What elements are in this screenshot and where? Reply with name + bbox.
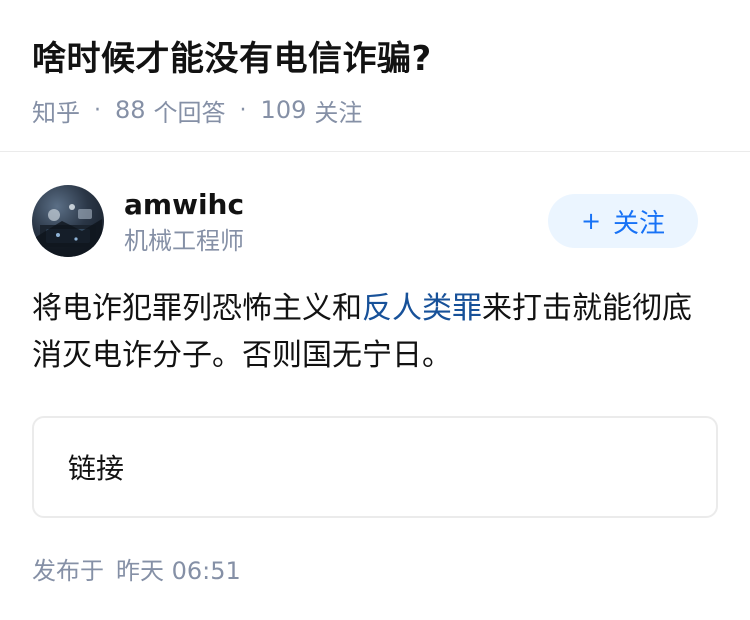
- question-meta: 知乎 · 88 个回答 · 109 关注: [32, 93, 363, 128]
- publish-timestamp: 昨天 06:51: [116, 557, 241, 585]
- question-header: 啥时候才能没有电信诈骗? 知乎 · 88 个回答 · 109 关注: [0, 0, 750, 152]
- plus-icon: +: [580, 207, 602, 235]
- answer-count: 88: [115, 96, 146, 124]
- avatar-image: [36, 204, 102, 257]
- author-name[interactable]: amwihc: [124, 187, 244, 223]
- author-row: amwihc 机械工程师 + 关注: [32, 185, 718, 261]
- answer-count-label: 个回答: [153, 98, 226, 127]
- publish-time: 发布于 昨天 06:51: [32, 555, 241, 587]
- meta-separator: ·: [239, 97, 247, 123]
- author-title: 机械工程师: [124, 227, 244, 255]
- answer-text: 将电诈犯罪列恐怖主义和: [32, 291, 362, 326]
- source-label[interactable]: 知乎: [32, 93, 80, 128]
- link-card[interactable]: 链接: [32, 416, 718, 518]
- follower-count-label: 关注: [314, 98, 363, 127]
- answer-page: 啥时候才能没有电信诈骗? 知乎 · 88 个回答 · 109 关注 amwihc: [0, 0, 750, 620]
- follower-count: 109: [260, 96, 307, 124]
- link-card-label: 链接: [68, 452, 125, 485]
- publish-prefix: 发布于: [32, 557, 104, 585]
- question-title[interactable]: 啥时候才能没有电信诈骗?: [32, 36, 432, 82]
- meta-separator: ·: [94, 97, 101, 123]
- follow-button[interactable]: + 关注: [548, 194, 698, 248]
- keyword-link[interactable]: 反人类罪: [362, 291, 482, 326]
- answer-content: 将电诈犯罪列恐怖主义和反人类罪来打击就能彻底消灭电诈分子。否则国无宁日。: [32, 285, 718, 379]
- follow-button-label: 关注: [613, 208, 666, 239]
- avatar[interactable]: [32, 185, 104, 257]
